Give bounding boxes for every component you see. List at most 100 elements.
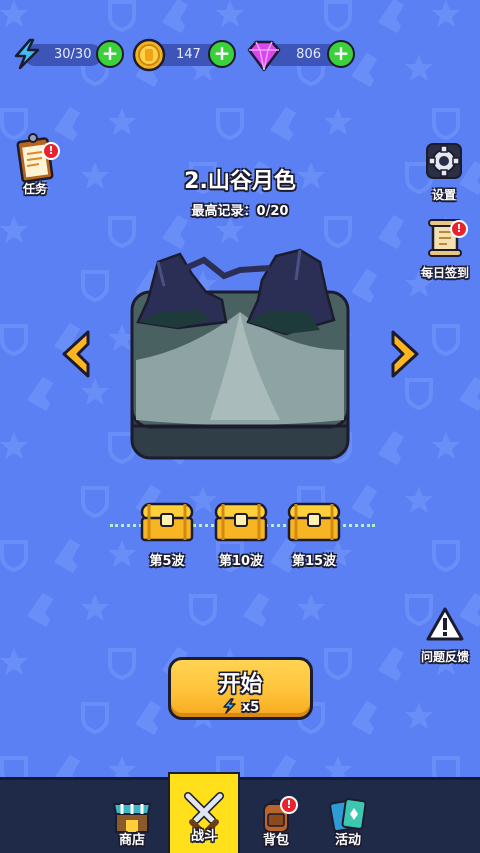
pattern-tile [382, 109, 396, 135]
pattern-tile [216, 0, 244, 27]
treasure-chest-icon [287, 502, 341, 542]
reward-label-1: 第5波 [149, 554, 185, 569]
daily-checkin-label: 每日签到 [420, 266, 469, 280]
tab-battle-label: 战斗 [190, 829, 217, 844]
pattern-tile [432, 432, 460, 459]
reward-chest-2[interactable]: 第10波 [211, 500, 271, 569]
pattern-tile [216, 108, 244, 140]
level-title: 2.山谷月色 [184, 169, 296, 194]
pattern-tile [31, 703, 45, 729]
feedback-button[interactable]: 问题反馈 [416, 606, 474, 665]
reward-chest-1[interactable]: 第5波 [137, 500, 197, 569]
pattern-tile [324, 648, 352, 680]
reward-label-3: 第15波 [291, 554, 337, 569]
tab-shop[interactable]: 商店 [96, 780, 168, 853]
pattern-tile [274, 0, 288, 27]
pattern-tile [108, 108, 136, 135]
tab-battle[interactable]: 战斗 [168, 772, 240, 853]
pattern-tile [27, 375, 61, 412]
pattern-tile [378, 0, 412, 34]
coin-icon [132, 38, 166, 72]
pattern-tile [432, 0, 460, 27]
pattern-tile [432, 324, 460, 356]
pattern-tile [355, 595, 369, 621]
pattern-tile [58, 217, 72, 243]
pattern-tile [166, 109, 180, 135]
tab-events-label: 活动 [334, 833, 361, 848]
pattern-tile [324, 0, 352, 32]
pattern-tile [81, 378, 109, 405]
level-stage-image[interactable] [130, 240, 350, 462]
checkin-alert-badge: ! [450, 220, 468, 238]
previous-level-arrow-icon[interactable] [60, 328, 94, 380]
pattern-tile [81, 270, 109, 302]
start-cost-value: x5 [241, 700, 260, 715]
pattern-tile [0, 648, 28, 675]
pattern-tile [81, 702, 109, 734]
pattern-tile [378, 429, 412, 466]
pattern-tile [108, 0, 136, 32]
pattern-tile [405, 378, 433, 410]
pattern-tile [31, 271, 45, 297]
backpack-alert-badge: ! [280, 796, 298, 814]
pattern-tile [405, 702, 433, 729]
pattern-tile [58, 433, 72, 459]
tab-backpack-label: 背包 [262, 833, 289, 848]
pattern-tile [324, 108, 352, 135]
lightning-icon [14, 38, 40, 70]
next-level-arrow-icon[interactable] [387, 328, 421, 380]
treasure-chest-icon [214, 502, 268, 542]
tab-events[interactable]: 活动 [312, 780, 384, 853]
reward-label-2: 第10波 [218, 554, 264, 569]
pattern-tile [270, 105, 304, 142]
pattern-tile [405, 54, 433, 81]
bottom-nav: 商店 战斗 ! 背包 活动 [0, 772, 480, 853]
daily-checkin-button[interactable]: ! 每日签到 [416, 218, 474, 281]
pattern-tile [0, 432, 28, 459]
warning-icon [426, 607, 464, 641]
pattern-tile [459, 375, 480, 412]
treasure-chest-icon [140, 502, 194, 542]
start-button[interactable]: 开始 x5 [168, 657, 313, 720]
pattern-tile [216, 216, 244, 243]
wave-rewards: 第5波 第10波 第15波 [0, 500, 480, 580]
pattern-tile [243, 591, 277, 628]
pattern-tile [351, 699, 385, 736]
feedback-label: 问题反馈 [420, 650, 469, 664]
tab-shop-label: 商店 [118, 833, 145, 848]
pattern-tile [355, 379, 369, 405]
pattern-tile [463, 55, 477, 81]
pattern-tile [27, 591, 61, 628]
coin-counter: 147 + [132, 38, 242, 72]
start-button-label: 开始 [218, 672, 263, 697]
energy-counter: 30/30 + [10, 38, 124, 70]
start-cost: x5 [171, 698, 310, 715]
best-record: 最高记录：0/20 [191, 204, 289, 219]
pattern-tile [81, 594, 109, 621]
add-energy-button[interactable]: + [96, 40, 124, 68]
pattern-tile [378, 645, 412, 682]
gem-icon [247, 40, 281, 72]
pattern-tile [135, 699, 169, 736]
pattern-tile [162, 0, 196, 34]
pattern-tile [378, 213, 412, 250]
pattern-tile [0, 0, 28, 27]
pattern-tile [351, 267, 385, 304]
tab-backpack[interactable]: ! 背包 [240, 780, 312, 853]
pattern-tile [58, 649, 72, 675]
pattern-tile [58, 0, 72, 27]
gem-counter: 806 + [245, 40, 360, 72]
lightning-icon [223, 698, 236, 714]
pattern-tile [189, 594, 217, 626]
pattern-tile [139, 595, 153, 621]
tasks-alert-badge: ! [42, 142, 60, 160]
pattern-tile [297, 594, 325, 621]
pattern-tile [463, 703, 477, 729]
pattern-tile [432, 108, 460, 140]
pattern-tile [0, 324, 28, 356]
reward-chest-3[interactable]: 第15波 [284, 500, 344, 569]
pattern-tile [108, 648, 136, 680]
pattern-tile [0, 216, 28, 243]
add-gems-button[interactable]: + [327, 40, 355, 68]
add-coins-button[interactable]: + [208, 40, 236, 68]
